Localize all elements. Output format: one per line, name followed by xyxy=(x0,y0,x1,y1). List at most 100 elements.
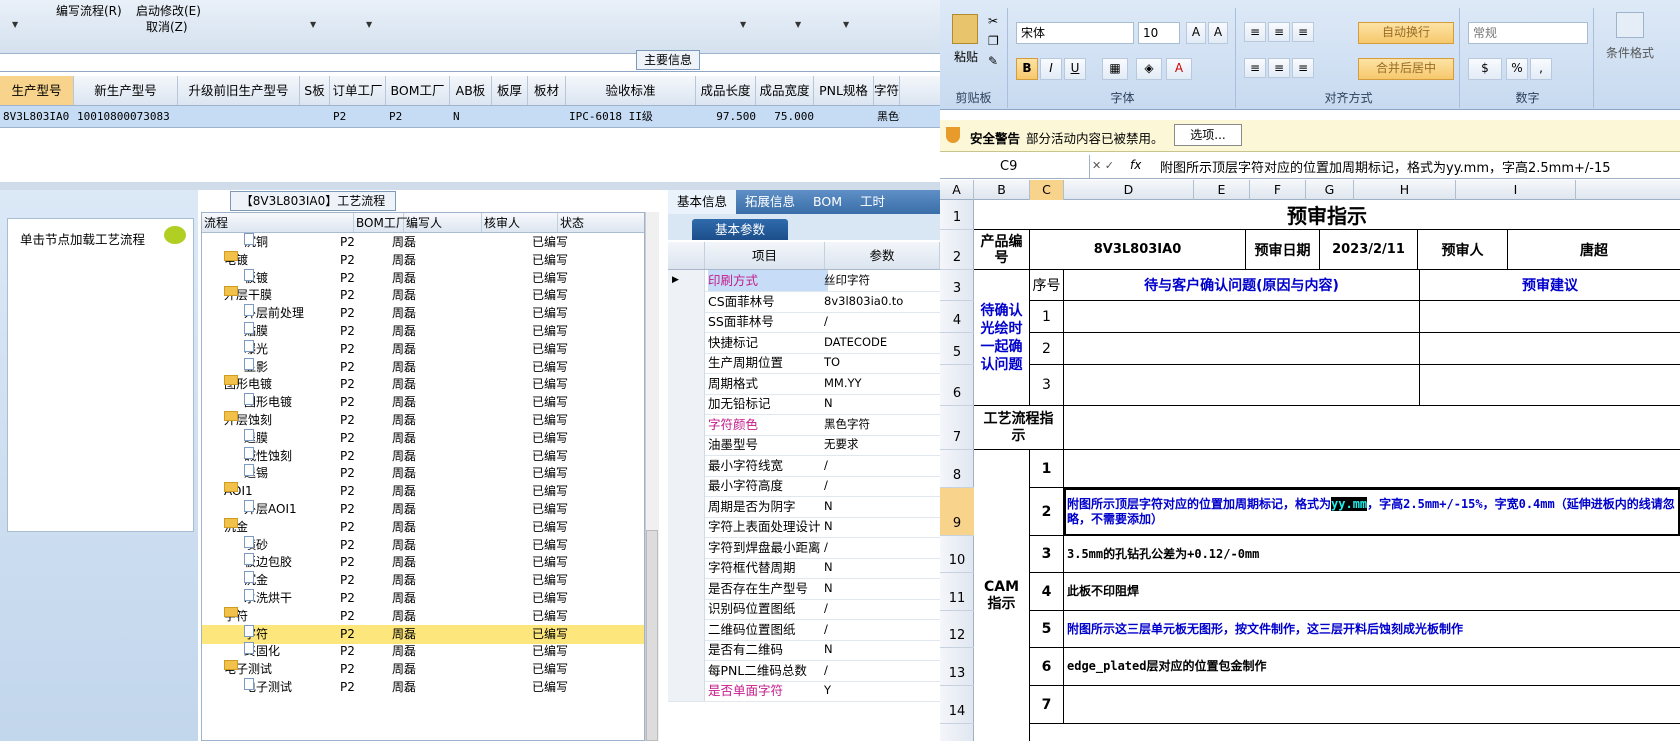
speech-bubble-icon[interactable] xyxy=(164,226,186,244)
tree-node[interactable]: −电子测试 xyxy=(224,660,272,679)
props-row[interactable]: 生产周期位置 TO xyxy=(668,352,940,374)
menu-cancel[interactable]: 取消(Z) xyxy=(146,18,188,35)
tree-node[interactable]: 碱性蚀刻 xyxy=(244,446,292,466)
fx-icon[interactable]: fx xyxy=(1130,158,1141,172)
fill-color-button[interactable]: ◈ xyxy=(1136,58,1162,80)
tree-row[interactable]: 图形电镀 P2 周磊 已编写 xyxy=(202,393,644,412)
column-header[interactable]: F xyxy=(1250,180,1306,200)
format-painter-icon[interactable]: ✎ xyxy=(988,54,998,68)
tree-node[interactable]: −电镀 xyxy=(224,250,248,270)
formula-input[interactable]: 附图所示顶层字符对应的位置加周期标记，格式为yy.mm，字高2.5mm+/-15 xyxy=(1160,157,1680,176)
cam-text[interactable]: 附图所示这三层单元板无图形，按文件制作，这三层开料后蚀刻成光板制作 xyxy=(1064,611,1680,648)
suggest-cell[interactable] xyxy=(1420,333,1680,365)
props-value[interactable]: / xyxy=(824,455,940,476)
tree-row[interactable]: −外层干膜 P2 周磊 已编写 xyxy=(202,286,644,305)
column-header[interactable]: A xyxy=(940,180,974,200)
cam-text[interactable]: edge_plated层对应的位置包金制作 xyxy=(1064,648,1680,686)
grid-cell[interactable] xyxy=(492,106,528,127)
row-header[interactable]: 9 xyxy=(940,488,974,536)
seq-cell[interactable]: 3 xyxy=(1030,365,1064,406)
tree-node[interactable]: 外层前处理 xyxy=(244,304,304,323)
tree-row[interactable]: −图形电镀 P2 周磊 已编写 xyxy=(202,375,644,394)
cam-text[interactable] xyxy=(1064,450,1680,488)
tree-row[interactable]: 终固化 P2 周磊 已编写 xyxy=(202,642,644,661)
column-header[interactable]: B xyxy=(974,180,1030,200)
props-value[interactable]: N xyxy=(824,639,940,660)
align-bottom-icon[interactable]: ≡ xyxy=(1292,22,1314,42)
props-value[interactable]: 黑色字符 xyxy=(824,414,940,435)
tree-node[interactable]: 喷砂 xyxy=(244,535,268,555)
props-value[interactable]: N xyxy=(824,578,940,599)
props-value[interactable]: 无要求 xyxy=(824,434,940,455)
tree-row[interactable]: 曝光 P2 周磊 已编写 xyxy=(202,339,644,359)
cam-seq[interactable]: 1 xyxy=(1030,450,1064,488)
suggest-header[interactable]: 预审建议 xyxy=(1420,270,1680,301)
column-header[interactable]: G xyxy=(1306,180,1354,200)
props-value[interactable]: MM.YY xyxy=(824,373,940,394)
tree-row[interactable]: −AOI1 P2 周磊 已编写 xyxy=(202,482,644,501)
props-tab[interactable]: BOM xyxy=(804,190,851,214)
suggest-cell[interactable] xyxy=(1420,365,1680,406)
seq-cell[interactable]: 2 xyxy=(1030,333,1064,365)
percent-button[interactable]: % xyxy=(1506,58,1528,80)
font-size-select[interactable]: 10 xyxy=(1138,22,1180,44)
shrink-font-button[interactable]: A xyxy=(1208,22,1228,44)
tree-row[interactable]: 喷砂 P2 周磊 已编写 xyxy=(202,535,644,555)
confirm-side-label[interactable]: 待确认光绘时一起确认问题 xyxy=(974,270,1030,406)
copy-icon[interactable]: ❐ xyxy=(988,34,999,48)
row-header[interactable]: 8 xyxy=(940,450,974,488)
suggest-cell[interactable] xyxy=(1420,301,1680,333)
confirm-cell[interactable] xyxy=(1064,301,1420,333)
props-row[interactable]: 周期格式 MM.YY xyxy=(668,372,940,395)
tree-scrollbar-thumb[interactable] xyxy=(646,530,658,741)
review-date[interactable]: 2023/2/11 xyxy=(1320,230,1418,270)
props-value[interactable]: Y xyxy=(824,680,940,701)
tree-row[interactable]: −沉金 P2 周磊 已编写 xyxy=(202,517,644,537)
props-row[interactable]: 字符到焊盘最小距离 / xyxy=(668,536,940,559)
row-header[interactable]: 2 xyxy=(940,230,974,270)
confirm-cell[interactable] xyxy=(1064,365,1420,406)
align-top-icon[interactable]: ≡ xyxy=(1244,22,1266,42)
tree-node[interactable]: −沉金 xyxy=(224,517,248,537)
cam-seq[interactable]: 7 xyxy=(1030,686,1064,724)
tree-node[interactable]: −字符 xyxy=(224,606,248,626)
menu-start-modify[interactable]: 启动修改(E) xyxy=(136,2,201,19)
grid-cell[interactable]: P2 xyxy=(386,106,450,127)
props-value[interactable]: DATECODE xyxy=(824,332,940,353)
grid-col-header[interactable]: 板厚 xyxy=(492,76,528,105)
props-value[interactable]: N xyxy=(824,393,940,414)
tree-row[interactable]: 退锡 P2 周磊 已编写 xyxy=(202,464,644,483)
props-row[interactable]: 快捷标记 DATECODE xyxy=(668,331,940,354)
dropdown-arrow-icon[interactable]: ▼ xyxy=(12,20,18,29)
row-header[interactable]: 13 xyxy=(940,648,974,686)
props-value[interactable]: / xyxy=(824,475,940,496)
props-row[interactable]: 最小字符高度 / xyxy=(668,475,940,497)
props-tab[interactable]: 拓展信息 xyxy=(736,190,804,214)
grid-col-header[interactable]: 验收标准 xyxy=(566,76,696,105)
align-center-icon[interactable]: ≡ xyxy=(1268,58,1290,78)
tree-row[interactable]: 沉铜 P2 周磊 已编写 xyxy=(202,233,644,252)
italic-button[interactable]: I xyxy=(1040,58,1062,80)
cam-seq[interactable]: 2 xyxy=(1030,488,1064,536)
cam-seq[interactable]: 4 xyxy=(1030,573,1064,611)
menu-write-flow[interactable]: 编写流程(R) xyxy=(56,2,122,19)
grid-cell[interactable] xyxy=(300,106,330,127)
cam-label[interactable]: CAM指示 xyxy=(974,450,1030,741)
workflow-box[interactable]: 单击节点加载工艺流程 xyxy=(7,218,194,532)
grid-col-header[interactable]: 新生产型号 xyxy=(74,76,178,105)
props-value[interactable]: / xyxy=(824,660,940,681)
tree-row[interactable]: 外层AOI1 P2 周磊 已编写 xyxy=(202,500,644,519)
props-row[interactable]: SS面菲林号 / xyxy=(668,311,940,333)
process-cell[interactable] xyxy=(1064,406,1680,450)
props-row[interactable]: 字符框代替周期 N xyxy=(668,557,940,579)
worksheet[interactable]: 预审指示 产品编号 8V3L803IA0 预审日期 2023/2/11 预审人 … xyxy=(974,200,1680,741)
row-header[interactable]: 5 xyxy=(940,333,974,365)
row-header[interactable]: 7 xyxy=(940,406,974,450)
props-row[interactable]: 油墨型号 无要求 xyxy=(668,434,940,456)
tree-row[interactable]: 贴膜 P2 周磊 已编写 xyxy=(202,322,644,341)
tree-col-header[interactable]: 流程 xyxy=(202,213,354,232)
tree-node[interactable]: 外层AOI1 xyxy=(244,500,297,519)
number-format-select[interactable]: 常规 xyxy=(1468,22,1588,44)
grid-cell[interactable]: IPC-6018 II级 xyxy=(566,106,696,127)
grid-cell[interactable] xyxy=(528,106,566,127)
